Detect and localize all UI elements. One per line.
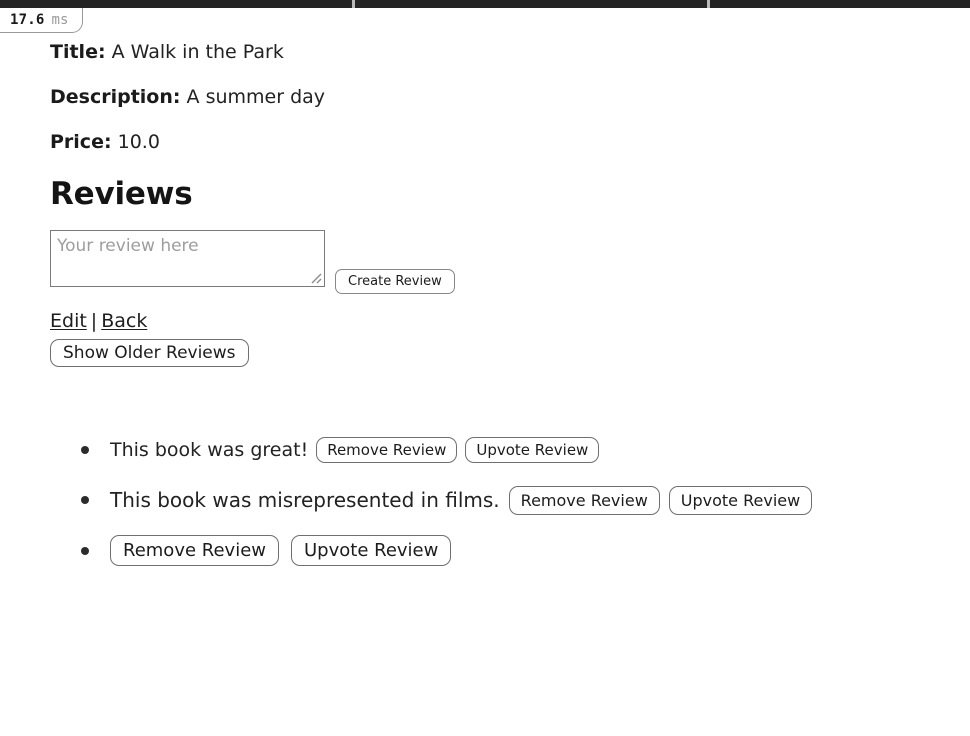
book-description-label: Description: [50, 86, 181, 108]
top-bar-segment-1 [0, 0, 352, 8]
review-input[interactable] [50, 230, 325, 287]
list-bullet-icon [81, 546, 89, 555]
book-title-field: Title: A Walk in the Park [50, 41, 950, 64]
book-detail-page: Title: A Walk in the Park Description: A… [50, 41, 950, 586]
book-title-value: A Walk in the Park [111, 41, 284, 63]
review-text: This book was great! [110, 438, 309, 461]
remove-review-button[interactable]: Remove Review [316, 437, 458, 463]
review-list-item: Remove Review Upvote Review [50, 535, 950, 566]
top-bar-segment-2 [355, 0, 707, 8]
upvote-review-button[interactable]: Upvote Review [465, 437, 600, 463]
upvote-review-button[interactable]: Upvote Review [291, 535, 452, 566]
book-description-field: Description: A summer day [50, 86, 950, 109]
remove-review-button[interactable]: Remove Review [508, 485, 660, 515]
show-older-reviews-button[interactable]: Show Older Reviews [50, 339, 249, 367]
reviews-heading: Reviews [50, 176, 193, 212]
render-time-badge: 17.6 ms [0, 8, 84, 33]
render-time-value: 17.6 [10, 12, 45, 28]
review-list-item: This book was misrepresented in films. Re… [50, 485, 950, 515]
edit-link[interactable]: Edit [50, 310, 87, 332]
list-bullet-icon [81, 446, 89, 454]
action-links-row: Edit | Back [50, 310, 950, 333]
book-price-field: Price: 10.0 [50, 131, 950, 154]
render-time-unit: ms [51, 12, 69, 28]
review-composer: Create Review [50, 230, 950, 298]
review-list: This book was great! Remove Review Upvote … [50, 435, 950, 566]
remove-review-button[interactable]: Remove Review [110, 535, 279, 566]
book-description-value: A summer day [186, 86, 326, 108]
top-bar-segment-3 [710, 0, 970, 8]
upvote-review-button[interactable]: Upvote Review [668, 485, 813, 515]
book-price-value: 10.0 [117, 131, 160, 153]
list-bullet-icon [81, 496, 89, 504]
browser-top-bar [0, 0, 970, 8]
review-text: This book was misrepresented in films. [110, 488, 500, 512]
review-list-item: This book was great! Remove Review Upvote … [50, 435, 950, 465]
book-price-label: Price: [50, 131, 112, 153]
book-title-label: Title: [50, 41, 106, 63]
back-link[interactable]: Back [101, 310, 147, 332]
create-review-button[interactable]: Create Review [335, 269, 455, 294]
link-separator: | [90, 310, 98, 332]
